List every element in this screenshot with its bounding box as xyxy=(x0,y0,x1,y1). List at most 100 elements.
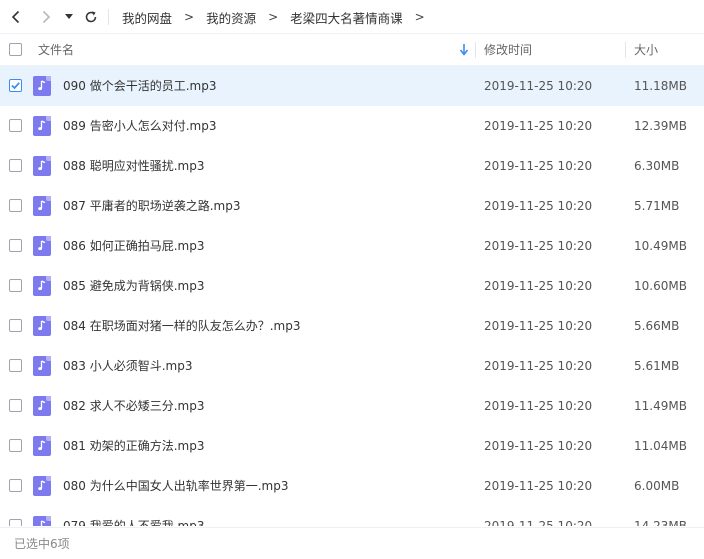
file-name[interactable]: 090 做个会干活的员工.mp3 xyxy=(63,66,216,106)
file-size: 6.30MB xyxy=(634,159,680,173)
file-row[interactable]: 090 做个会干活的员工.mp3 2019-11-25 10:20 11.18MB xyxy=(0,66,704,106)
file-size: 11.04MB xyxy=(634,439,687,453)
refresh-icon xyxy=(85,11,97,23)
row-checkbox[interactable] xyxy=(9,279,22,292)
status-bar: 已选中6项 xyxy=(0,527,704,559)
sort-down-arrow-icon[interactable] xyxy=(459,44,469,56)
file-name[interactable]: 085 避免成为背锅侠.mp3 xyxy=(63,266,204,306)
file-row[interactable]: 087 平庸者的职场逆袭之路.mp3 2019-11-25 10:20 5.71MB xyxy=(0,186,704,226)
breadcrumb-separator-icon: > xyxy=(268,10,279,24)
file-size: 10.60MB xyxy=(634,279,687,293)
file-row[interactable]: 082 求人不必矮三分.mp3 2019-11-25 10:20 11.49MB xyxy=(0,386,704,426)
breadcrumb-separator-icon: > xyxy=(414,10,425,24)
navigation-bar: 我的网盘 > 我的资源 > 老梁四大名著情商课 > xyxy=(0,0,704,34)
file-row[interactable]: 089 告密小人怎么对付.mp3 2019-11-25 10:20 12.39MB xyxy=(0,106,704,146)
row-checkbox[interactable] xyxy=(9,519,22,526)
file-modified-time: 2019-11-25 10:20 xyxy=(484,79,593,93)
file-modified-time: 2019-11-25 10:20 xyxy=(484,159,593,173)
file-size: 10.49MB xyxy=(634,239,687,253)
file-name[interactable]: 089 告密小人怎么对付.mp3 xyxy=(63,106,216,146)
file-name[interactable]: 080 为什么中国女人出轨率世界第一.mp3 xyxy=(63,466,288,506)
file-modified-time: 2019-11-25 10:20 xyxy=(484,359,593,373)
chevron-right-icon xyxy=(42,10,51,24)
history-dropdown-button[interactable] xyxy=(61,7,77,27)
audio-file-icon xyxy=(33,396,51,416)
file-name[interactable]: 079 我爱的人不爱我.mp3 xyxy=(63,506,204,526)
file-name[interactable]: 088 聪明应对性骚扰.mp3 xyxy=(63,146,204,186)
file-name[interactable]: 084 在职场面对猪一样的队友怎么办？.mp3 xyxy=(63,306,300,346)
audio-file-icon xyxy=(33,476,51,496)
audio-file-icon xyxy=(33,316,51,336)
row-checkbox[interactable] xyxy=(9,359,22,372)
file-row[interactable]: 086 如何正确拍马屁.mp3 2019-11-25 10:20 10.49MB xyxy=(0,226,704,266)
file-name[interactable]: 081 劝架的正确方法.mp3 xyxy=(63,426,204,466)
row-checkbox[interactable] xyxy=(9,239,22,252)
audio-file-icon xyxy=(33,196,51,216)
breadcrumb-item-netdisk[interactable]: 我的网盘 xyxy=(116,8,178,27)
refresh-button[interactable] xyxy=(81,7,101,27)
file-size: 11.49MB xyxy=(634,399,687,413)
forward-button[interactable] xyxy=(36,7,56,27)
row-checkbox[interactable] xyxy=(9,479,22,492)
row-checkbox[interactable] xyxy=(9,399,22,412)
file-row[interactable]: 088 聪明应对性骚扰.mp3 2019-11-25 10:20 6.30MB xyxy=(0,146,704,186)
file-row[interactable]: 084 在职场面对猪一样的队友怎么办？.mp3 2019-11-25 10:20 5… xyxy=(0,306,704,346)
row-checkbox[interactable] xyxy=(9,159,22,172)
chevron-left-icon xyxy=(11,10,20,24)
file-name[interactable]: 086 如何正确拍马屁.mp3 xyxy=(63,226,204,266)
checkmark-icon xyxy=(11,82,20,90)
file-name[interactable]: 087 平庸者的职场逆袭之路.mp3 xyxy=(63,186,240,226)
column-header-size[interactable]: 大小 xyxy=(634,34,658,66)
column-divider[interactable] xyxy=(625,42,626,58)
audio-file-icon xyxy=(33,276,51,296)
column-header-modified[interactable]: 修改时间 xyxy=(484,34,532,66)
file-row[interactable]: 085 避免成为背锅侠.mp3 2019-11-25 10:20 10.60MB xyxy=(0,266,704,306)
audio-file-icon xyxy=(33,516,51,526)
file-modified-time: 2019-11-25 10:20 xyxy=(484,399,593,413)
row-checkbox[interactable] xyxy=(9,439,22,452)
file-row[interactable]: 081 劝架的正确方法.mp3 2019-11-25 10:20 11.04MB xyxy=(0,426,704,466)
file-name[interactable]: 083 小人必须智斗.mp3 xyxy=(63,346,192,386)
audio-file-icon xyxy=(33,236,51,256)
audio-file-icon xyxy=(33,436,51,456)
file-size: 6.00MB xyxy=(634,479,680,493)
toolbar-divider xyxy=(108,9,109,25)
row-checkbox[interactable] xyxy=(9,79,22,92)
file-modified-time: 2019-11-25 10:20 xyxy=(484,519,593,526)
row-checkbox[interactable] xyxy=(9,199,22,212)
file-modified-time: 2019-11-25 10:20 xyxy=(484,479,593,493)
file-modified-time: 2019-11-25 10:20 xyxy=(484,439,593,453)
audio-file-icon xyxy=(33,116,51,136)
file-size: 14.23MB xyxy=(634,519,687,526)
breadcrumb: 我的网盘 > 我的资源 > 老梁四大名著情商课 > xyxy=(116,0,431,34)
breadcrumb-item-current-folder[interactable]: 老梁四大名著情商课 xyxy=(284,8,409,27)
breadcrumb-separator-icon: > xyxy=(184,10,195,24)
file-modified-time: 2019-11-25 10:20 xyxy=(484,119,593,133)
file-size: 5.71MB xyxy=(634,199,680,213)
file-list-header: 文件名 修改时间 大小 xyxy=(0,34,704,66)
file-size: 11.18MB xyxy=(634,79,687,93)
row-checkbox[interactable] xyxy=(9,119,22,132)
file-size: 12.39MB xyxy=(634,119,687,133)
file-modified-time: 2019-11-25 10:20 xyxy=(484,199,593,213)
row-checkbox[interactable] xyxy=(9,319,22,332)
audio-file-icon xyxy=(33,156,51,176)
file-row[interactable]: 083 小人必须智斗.mp3 2019-11-25 10:20 5.61MB xyxy=(0,346,704,386)
caret-down-icon xyxy=(65,14,73,19)
audio-file-icon xyxy=(33,356,51,376)
file-modified-time: 2019-11-25 10:20 xyxy=(484,279,593,293)
file-size: 5.66MB xyxy=(634,319,680,333)
column-divider[interactable] xyxy=(475,42,476,58)
breadcrumb-item-resources[interactable]: 我的资源 xyxy=(200,8,262,27)
column-header-name[interactable]: 文件名 xyxy=(38,34,74,66)
file-row[interactable]: 080 为什么中国女人出轨率世界第一.mp3 2019-11-25 10:20 6.… xyxy=(0,466,704,506)
file-modified-time: 2019-11-25 10:20 xyxy=(484,239,593,253)
back-button[interactable] xyxy=(6,7,26,27)
file-modified-time: 2019-11-25 10:20 xyxy=(484,319,593,333)
file-row[interactable]: 079 我爱的人不爱我.mp3 2019-11-25 10:20 14.23MB xyxy=(0,506,704,526)
select-all-checkbox[interactable] xyxy=(9,43,22,56)
file-size: 5.61MB xyxy=(634,359,680,373)
file-list: 090 做个会干活的员工.mp3 2019-11-25 10:20 11.18MB 0… xyxy=(0,66,704,526)
file-name[interactable]: 082 求人不必矮三分.mp3 xyxy=(63,386,204,426)
audio-file-icon xyxy=(33,76,51,96)
